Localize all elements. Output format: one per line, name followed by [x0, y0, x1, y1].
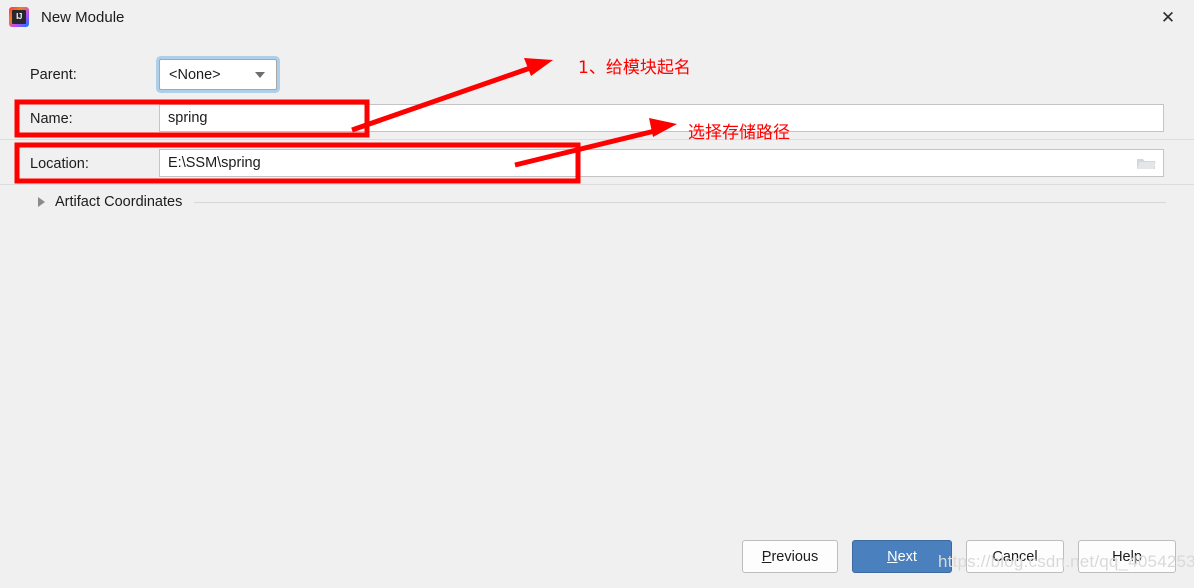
parent-select[interactable]: <None>: [159, 59, 277, 90]
new-module-form: Parent: <None> Name: spring Location: E:…: [0, 34, 1194, 534]
location-input[interactable]: E:\SSM\spring: [159, 149, 1164, 177]
location-label: Location:: [30, 156, 89, 172]
name-row: Name: spring: [0, 100, 1194, 140]
chevron-right-icon: [38, 197, 45, 207]
dialog-footer: Previous Next Cancel Help: [0, 534, 1194, 583]
folder-icon[interactable]: [1135, 155, 1157, 173]
name-label: Name:: [30, 111, 73, 127]
artifact-coordinates-section[interactable]: Artifact Coordinates: [0, 189, 1194, 215]
previous-button[interactable]: Previous: [742, 540, 838, 573]
cancel-button[interactable]: Cancel: [966, 540, 1064, 573]
window-title: New Module: [41, 8, 125, 26]
cancel-button-label: Cancel: [992, 548, 1038, 565]
chevron-down-icon: [255, 72, 265, 78]
close-icon[interactable]: ✕: [1142, 0, 1194, 34]
previous-button-label: revious: [771, 548, 819, 565]
parent-select-value: <None>: [169, 66, 221, 83]
artifact-coordinates-label: Artifact Coordinates: [55, 194, 183, 210]
help-button[interactable]: Help: [1078, 540, 1176, 573]
parent-label: Parent:: [30, 67, 77, 83]
section-divider: [194, 201, 1166, 203]
parent-row: Parent: <None>: [0, 56, 1194, 96]
next-button[interactable]: Next: [852, 540, 952, 573]
help-button-label: Help: [1112, 548, 1142, 565]
name-input[interactable]: spring: [159, 104, 1164, 132]
next-button-mnemonic: N: [887, 548, 898, 565]
location-input-value: E:\SSM\spring: [168, 155, 261, 171]
name-input-value: spring: [168, 110, 208, 126]
location-row: Location: E:\SSM\spring: [0, 145, 1194, 185]
next-button-label: ext: [897, 548, 917, 565]
title-bar: IJ New Module ✕: [0, 0, 1194, 34]
previous-button-mnemonic: P: [761, 548, 772, 565]
intellij-idea-icon: IJ: [9, 7, 29, 27]
